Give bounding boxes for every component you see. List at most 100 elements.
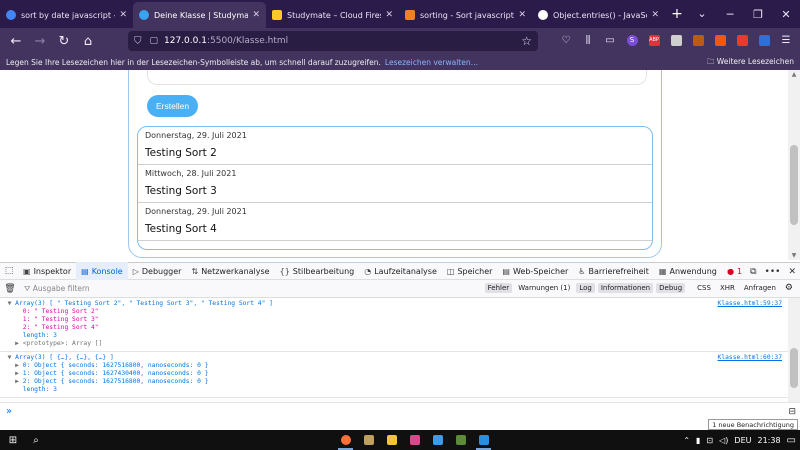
shield-icon[interactable]: ⛉ bbox=[134, 36, 142, 47]
tab-inspector[interactable]: ▣ Inspektor bbox=[18, 262, 76, 280]
pick-element-icon[interactable]: ⬚ bbox=[0, 266, 18, 276]
browser-tab[interactable]: Object.entries() - JavaScript | ✕ bbox=[532, 2, 665, 28]
log-row[interactable]: ▶ <prototype>: Array [] bbox=[0, 340, 788, 348]
network-icon[interactable]: ⊡ bbox=[706, 436, 713, 445]
browser-tab[interactable]: sorting - Sort javascript objec ✕ bbox=[399, 2, 532, 28]
browser-tab[interactable]: Studymate – Cloud Firestore ✕ bbox=[266, 2, 399, 28]
console-input[interactable]: » ⊟ bbox=[0, 402, 800, 430]
filter-xhr-button[interactable]: XHR bbox=[717, 283, 738, 293]
close-window-icon[interactable]: ✕ bbox=[772, 0, 800, 28]
filter-errors-button[interactable]: Fehler bbox=[484, 283, 513, 293]
log-row[interactable]: ▶ 2: Object { seconds: 1627516800, nanos… bbox=[0, 378, 788, 386]
scroll-down-icon[interactable]: ▼ bbox=[788, 252, 800, 259]
app-icon[interactable] bbox=[449, 430, 472, 450]
close-tab-icon[interactable]: ✕ bbox=[252, 10, 260, 20]
trash-icon[interactable]: 🗑 bbox=[0, 284, 20, 294]
extension-icon[interactable] bbox=[668, 31, 684, 49]
search-icon[interactable]: ⌕ bbox=[26, 435, 46, 446]
page-info-icon[interactable]: ▢ bbox=[150, 36, 159, 46]
battery-icon[interactable]: ▮ bbox=[696, 436, 700, 445]
notification-toast[interactable]: 1 neue Benachrichtigung bbox=[708, 419, 798, 430]
filter-input[interactable]: ⛛ Ausgabe filtern bbox=[24, 284, 90, 294]
scroll-up-icon[interactable]: ▲ bbox=[788, 71, 800, 78]
source-link[interactable]: Klasse.html:59:37 bbox=[718, 300, 782, 308]
notifications-icon[interactable]: ▭ bbox=[787, 435, 796, 446]
list-item[interactable]: Donnerstag, 29. Juli 2021 Testing Sort 2 bbox=[138, 127, 652, 165]
list-item[interactable]: Donnerstag, 29. Juli 2021 Testing Sort 4 bbox=[138, 203, 652, 241]
expand-icon[interactable]: ▼ bbox=[0, 300, 15, 307]
collapsed-icon[interactable]: ▶ bbox=[15, 370, 23, 377]
console-scrollbar[interactable] bbox=[788, 298, 800, 402]
tray-chevron-icon[interactable]: ⌃ bbox=[683, 436, 690, 445]
filter-debug-button[interactable]: Debug bbox=[656, 283, 686, 293]
bookmark-star-icon[interactable]: ☆ bbox=[521, 34, 532, 48]
tab-storage[interactable]: ▤ Web-Speicher bbox=[497, 262, 573, 280]
scrollbar-thumb[interactable] bbox=[790, 348, 798, 388]
extension-icon[interactable] bbox=[712, 31, 728, 49]
sidebar-icon[interactable]: ▭ bbox=[602, 31, 618, 49]
collapsed-icon[interactable]: ▶ bbox=[15, 362, 23, 369]
create-button[interactable]: Erstellen bbox=[147, 95, 199, 117]
list-item[interactable]: Mittwoch, 28. Juli 2021 Testing Sort 3 bbox=[138, 165, 652, 203]
close-tab-icon[interactable]: ✕ bbox=[385, 10, 393, 20]
address-bar[interactable]: ⛉ ▢ 127.0.0.1:5500/Klasse.html ☆ bbox=[128, 31, 538, 51]
log-header[interactable]: ▼ Array(3) [ {…}, {…}, {…} ] Klasse.html:… bbox=[0, 354, 788, 362]
filter-log-button[interactable]: Log bbox=[576, 283, 595, 293]
new-tab-button[interactable]: + bbox=[665, 2, 689, 28]
other-bookmarks[interactable]: 🗀 Weitere Lesezeichen bbox=[707, 56, 794, 69]
source-link[interactable]: Klasse.html:60:37 bbox=[718, 354, 782, 362]
page-scrollbar[interactable]: ▲ ▼ bbox=[788, 70, 800, 260]
home-icon[interactable]: ⌂ bbox=[76, 30, 100, 52]
tab-application[interactable]: ▦ Anwendung bbox=[654, 262, 722, 280]
pocket-icon[interactable]: ♡ bbox=[558, 31, 574, 49]
app-icon[interactable] bbox=[403, 430, 426, 450]
close-tab-icon[interactable]: ✕ bbox=[518, 10, 526, 20]
tab-network[interactable]: ⇅ Netzwerkanalyse bbox=[186, 262, 274, 280]
log-header[interactable]: ▼ Array(3) [ " Testing Sort 2", " Testin… bbox=[0, 300, 788, 308]
settings-gear-icon[interactable]: ⚙ bbox=[782, 282, 796, 294]
expand-icon[interactable]: ▼ bbox=[0, 354, 15, 361]
tab-memory[interactable]: ◫ Speicher bbox=[442, 262, 498, 280]
vscode-icon[interactable] bbox=[472, 430, 495, 450]
firefox-icon[interactable] bbox=[334, 430, 357, 450]
language-indicator[interactable]: DEU bbox=[734, 436, 751, 445]
error-indicator[interactable]: ● 1 bbox=[727, 267, 742, 277]
filter-css-button[interactable]: CSS bbox=[694, 283, 714, 293]
split-console-icon[interactable]: ⊟ bbox=[788, 407, 796, 417]
adblock-icon[interactable]: ABP bbox=[646, 31, 662, 49]
tab-style-editor[interactable]: {} Stilbearbeitung bbox=[275, 262, 360, 280]
clock[interactable]: 21:38 bbox=[757, 436, 780, 445]
browser-tab[interactable]: sort by date javascript - Goog ✕ bbox=[0, 2, 133, 28]
extension-icon[interactable]: S bbox=[624, 31, 640, 49]
filter-info-button[interactable]: Informationen bbox=[597, 283, 654, 293]
filter-warnings-button[interactable]: Warnungen (1) bbox=[515, 283, 573, 293]
manage-bookmarks-link[interactable]: Lesezeichen verwalten… bbox=[385, 58, 478, 67]
collapsed-icon[interactable]: ▶ bbox=[15, 378, 23, 385]
tab-debugger[interactable]: ▷ Debugger bbox=[128, 262, 187, 280]
log-row[interactable]: ▶ 1: Object { seconds: 1627430400, nanos… bbox=[0, 370, 788, 378]
back-icon[interactable]: ← bbox=[4, 30, 28, 52]
tab-console[interactable]: ▤ Konsole bbox=[76, 262, 128, 280]
minimize-icon[interactable]: ─ bbox=[716, 0, 744, 28]
app-icon[interactable] bbox=[426, 430, 449, 450]
reload-icon[interactable]: ↻ bbox=[52, 30, 76, 52]
library-icon[interactable]: ⫼ bbox=[580, 31, 596, 49]
menu-icon[interactable]: ☰ bbox=[778, 31, 794, 49]
close-devtools-icon[interactable]: ✕ bbox=[788, 267, 796, 277]
extension-icon[interactable] bbox=[690, 31, 706, 49]
volume-icon[interactable]: ◁) bbox=[719, 436, 728, 445]
scrollbar-thumb[interactable] bbox=[790, 145, 798, 225]
tab-accessibility[interactable]: ♿ Barrierefreiheit bbox=[573, 262, 654, 280]
filter-requests-button[interactable]: Anfragen bbox=[741, 283, 779, 293]
tab-performance[interactable]: ◔ Laufzeitanalyse bbox=[359, 262, 442, 280]
forward-icon[interactable]: → bbox=[28, 30, 52, 52]
extension-icon[interactable] bbox=[756, 31, 772, 49]
close-tab-icon[interactable]: ✕ bbox=[119, 10, 127, 20]
app-icon[interactable] bbox=[380, 430, 403, 450]
more-options-icon[interactable]: ••• bbox=[765, 267, 781, 277]
close-tab-icon[interactable]: ✕ bbox=[651, 10, 659, 20]
restore-icon[interactable]: ❐ bbox=[744, 0, 772, 28]
app-icon[interactable] bbox=[357, 430, 380, 450]
extension-icon[interactable] bbox=[734, 31, 750, 49]
tab-list-icon[interactable]: ⌄ bbox=[688, 0, 716, 28]
